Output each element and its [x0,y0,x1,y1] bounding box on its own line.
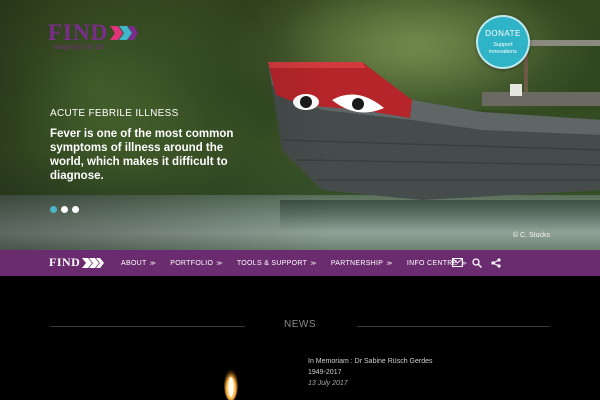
nav-item-label: PARTNERSHIP [330,259,384,267]
nav-menu: ABOUT ≫ PORTFOLIO ≫ TOOLS & SUPPORT ≫ PA… [121,250,481,276]
nav-logo-arrows-icon [82,257,105,268]
news-item-title: In Memoriam : Dr Sabine Rüsch Gerdes [308,358,433,365]
hero-carousel[interactable]: FIND diagnosis for all DONATE Support in… [0,0,600,250]
slide-headline[interactable]: Fever is one of the most common symptoms… [50,127,260,183]
chevron-down-icon: ≫ [386,260,393,267]
donate-label: DONATE [485,29,521,38]
search-icon[interactable] [471,257,482,268]
logo-arrows-icon [110,26,139,40]
news-section: NEWS In Memoriam : Dr Sabine Rüsch Gerde… [0,276,600,400]
nav-item-label: TOOLS & SUPPORT [236,259,308,267]
nav-logo-wordmark: FIND [49,255,81,269]
carousel-dot-2[interactable] [61,206,68,213]
nav-item-label: INFO CENTRE [406,259,458,267]
nav-item-label: ABOUT [121,259,147,267]
photo-credit: © C. Stocks [512,232,550,239]
main-navigation: FIND ABOUT ≫ PORTFOLIO ≫ TOOLS & SUPPORT… [0,250,600,276]
mail-icon[interactable] [452,257,463,268]
donate-sub-line-2: innovations [489,49,517,55]
site-logo[interactable]: FIND [48,20,139,46]
news-heading: NEWS [284,319,316,330]
chevron-down-icon: ≫ [310,260,317,267]
carousel-dot-1[interactable] [50,206,57,213]
nav-item-portfolio[interactable]: PORTFOLIO ≫ [170,260,223,267]
nav-item-label: PORTFOLIO [170,259,214,267]
news-item-years: 1949-2017 [308,369,342,376]
logo-tagline: diagnosis for all [54,44,103,51]
nav-item-about[interactable]: ABOUT ≫ [121,260,156,267]
nav-item-partnership[interactable]: PARTNERSHIP ≫ [331,260,393,267]
donate-button[interactable]: DONATE Support innovations [476,15,530,69]
chevron-down-icon: ≫ [216,260,223,267]
candle-image [224,369,238,400]
nav-item-tools-support[interactable]: TOOLS & SUPPORT ≫ [237,260,317,267]
carousel-dot-3[interactable] [72,206,79,213]
donate-sub-line-1: Support [493,42,513,48]
news-item[interactable]: In Memoriam : Dr Sabine Rüsch Gerdes 194… [308,356,433,389]
slide-kicker: ACUTE FEBRILE ILLNESS [50,108,179,119]
news-item-date: 13 July 2017 [308,380,348,387]
nav-logo[interactable]: FIND [49,255,105,270]
nav-utility-icons [452,257,501,268]
news-divider-right [357,326,550,327]
share-icon[interactable] [490,257,501,268]
chevron-down-icon: ≫ [149,260,157,267]
logo-wordmark: FIND [48,20,109,45]
carousel-dots [50,206,79,213]
